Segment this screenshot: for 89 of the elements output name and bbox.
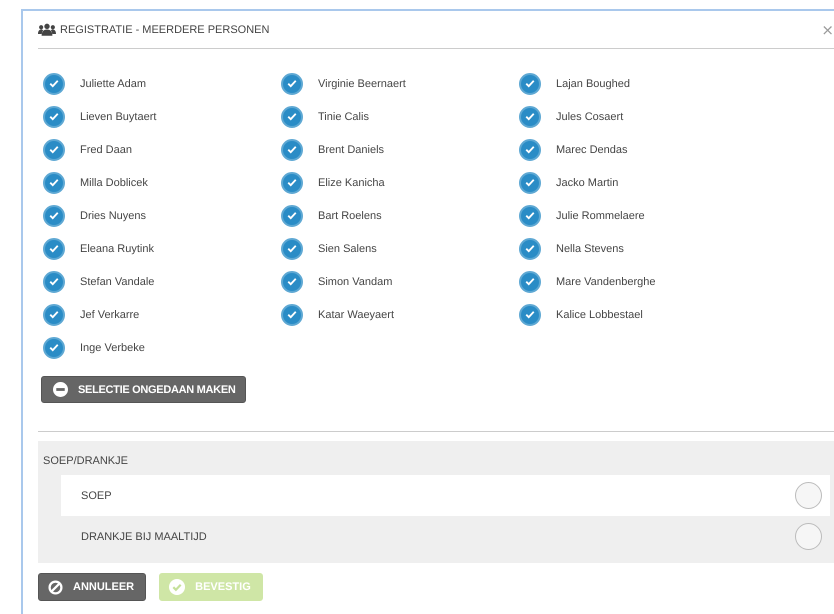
checkbox[interactable] xyxy=(43,106,65,128)
check-icon xyxy=(49,178,59,187)
ban-icon xyxy=(48,580,63,594)
checkbox[interactable] xyxy=(43,270,65,292)
checkbox[interactable] xyxy=(43,238,65,260)
group-title: SOEP/DRANKJE xyxy=(38,441,834,475)
checkbox[interactable] xyxy=(43,304,65,326)
cancel-button[interactable]: ANNULEER xyxy=(38,573,146,601)
person-name: Simon Vandam xyxy=(318,276,392,288)
check-icon xyxy=(287,310,297,319)
person-name: Inge Verbeke xyxy=(80,342,145,354)
check-circle-icon xyxy=(169,579,186,595)
checkbox[interactable] xyxy=(43,72,65,94)
check-icon xyxy=(525,277,535,286)
checkbox[interactable] xyxy=(281,172,303,194)
dialog-title: REGISTRATIE - MEERDERE PERSONEN xyxy=(60,24,270,36)
person-name: Mare Vandenberghe xyxy=(556,276,656,288)
checkbox[interactable] xyxy=(43,204,65,226)
person-name: Eleana Ruytink xyxy=(80,242,154,254)
option-row[interactable]: DRANKJE BIJ MAALTIJD xyxy=(61,516,830,557)
person-name: Bart Roelens xyxy=(318,210,382,222)
person-name: Katar Waeyaert xyxy=(318,308,394,320)
person-name: Fred Daan xyxy=(80,144,132,156)
person-name: Sien Salens xyxy=(318,242,377,254)
check-icon xyxy=(49,244,59,253)
checkbox[interactable] xyxy=(519,138,541,160)
person-name: Jules Cosaert xyxy=(556,110,624,122)
person-name: Lieven Buytaert xyxy=(80,110,156,122)
person-name: Elize Kanicha xyxy=(318,176,385,188)
checkbox[interactable] xyxy=(519,238,541,260)
check-icon xyxy=(49,112,59,121)
checkbox[interactable] xyxy=(519,172,541,194)
minus-circle-icon xyxy=(53,382,68,397)
check-icon xyxy=(525,310,535,319)
radio-button[interactable] xyxy=(795,482,822,509)
checkbox[interactable] xyxy=(43,138,65,160)
option-label: SOEP xyxy=(81,490,112,502)
person-name: Milla Doblicek xyxy=(80,176,148,188)
checkbox[interactable] xyxy=(281,138,303,160)
check-icon xyxy=(49,211,59,220)
check-icon xyxy=(49,79,59,88)
check-icon xyxy=(525,145,535,154)
person-name: Stefan Vandale xyxy=(80,276,154,288)
checkbox[interactable] xyxy=(281,270,303,292)
checkbox[interactable] xyxy=(43,172,65,194)
check-icon xyxy=(525,244,535,253)
check-icon xyxy=(287,244,297,253)
checkbox[interactable] xyxy=(281,204,303,226)
person-name: Julie Rommelaere xyxy=(556,210,645,222)
person-name: Juliette Adam xyxy=(80,78,146,90)
check-icon xyxy=(525,79,535,88)
person-name: Kalice Lobbestael xyxy=(556,308,643,320)
person-name: Tinie Calis xyxy=(318,110,369,122)
person-name: Marec Dendas xyxy=(556,144,628,156)
radio-button[interactable] xyxy=(795,523,822,550)
deselect-button[interactable]: SELECTIE ONGEDAAN MAKEN xyxy=(41,376,246,403)
check-icon xyxy=(49,277,59,286)
checkbox[interactable] xyxy=(519,72,541,94)
checkbox[interactable] xyxy=(519,270,541,292)
check-icon xyxy=(287,211,297,220)
check-icon xyxy=(525,112,535,121)
check-icon xyxy=(525,211,535,220)
check-icon xyxy=(49,145,59,154)
checkbox[interactable] xyxy=(281,238,303,260)
person-name: Jef Verkarre xyxy=(80,308,140,320)
check-icon xyxy=(287,79,297,88)
option-row[interactable]: SOEP xyxy=(61,475,830,516)
person-name: Dries Nuyens xyxy=(80,210,146,222)
person-name: Nella Stevens xyxy=(556,242,624,254)
person-name: Virginie Beernaert xyxy=(318,78,406,90)
checkbox[interactable] xyxy=(281,106,303,128)
person-name: Brent Daniels xyxy=(318,144,384,156)
person-name: Jacko Martin xyxy=(556,176,618,188)
check-icon xyxy=(49,310,59,319)
check-icon xyxy=(287,277,297,286)
checkbox[interactable] xyxy=(519,106,541,128)
checkbox[interactable] xyxy=(281,304,303,326)
checkbox[interactable] xyxy=(519,204,541,226)
check-icon xyxy=(287,178,297,187)
check-icon xyxy=(525,178,535,187)
checkbox[interactable] xyxy=(43,336,65,358)
check-icon xyxy=(287,112,297,121)
checkbox[interactable] xyxy=(519,304,541,326)
check-icon xyxy=(287,145,297,154)
person-name: Lajan Boughed xyxy=(556,78,630,90)
users-icon xyxy=(38,23,56,36)
checkbox[interactable] xyxy=(281,72,303,94)
check-icon xyxy=(49,343,59,352)
option-label: DRANKJE BIJ MAALTIJD xyxy=(81,530,207,542)
